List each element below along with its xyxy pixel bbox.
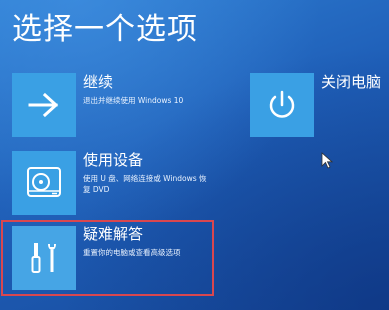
tools-icon (31, 243, 56, 273)
troubleshoot-description: 重置你的电脑或查看高级选项 (83, 248, 181, 257)
continue-tile[interactable] (12, 73, 76, 137)
use-device-tile[interactable] (12, 151, 76, 215)
shutdown-title: 关闭电脑 (321, 73, 382, 91)
use-device-option[interactable]: 使用设备 使用 U 盘、网络连接或 Windows 恢复 DVD (12, 148, 210, 218)
troubleshoot-option[interactable]: 疑难解答 重置你的电脑或查看高级选项 (1, 220, 214, 296)
use-device-description: 使用 U 盘、网络连接或 Windows 恢复 DVD (83, 174, 207, 194)
continue-option[interactable]: 继续 退出并继续使用 Windows 10 (12, 70, 210, 140)
use-device-title: 使用设备 (83, 151, 144, 169)
shutdown-option[interactable]: 关闭电脑 (250, 70, 382, 140)
continue-description: 退出并继续使用 Windows 10 (83, 96, 184, 105)
shutdown-tile[interactable] (250, 73, 314, 137)
mouse-cursor-icon (321, 152, 333, 169)
continue-title: 继续 (83, 73, 114, 91)
disc-drive-icon (27, 167, 61, 197)
arrow-right-icon (28, 92, 59, 118)
power-icon (269, 90, 295, 118)
troubleshoot-title: 疑难解答 (83, 225, 144, 243)
troubleshoot-tile[interactable] (12, 226, 76, 290)
page-title: 选择一个选项 (12, 12, 198, 47)
